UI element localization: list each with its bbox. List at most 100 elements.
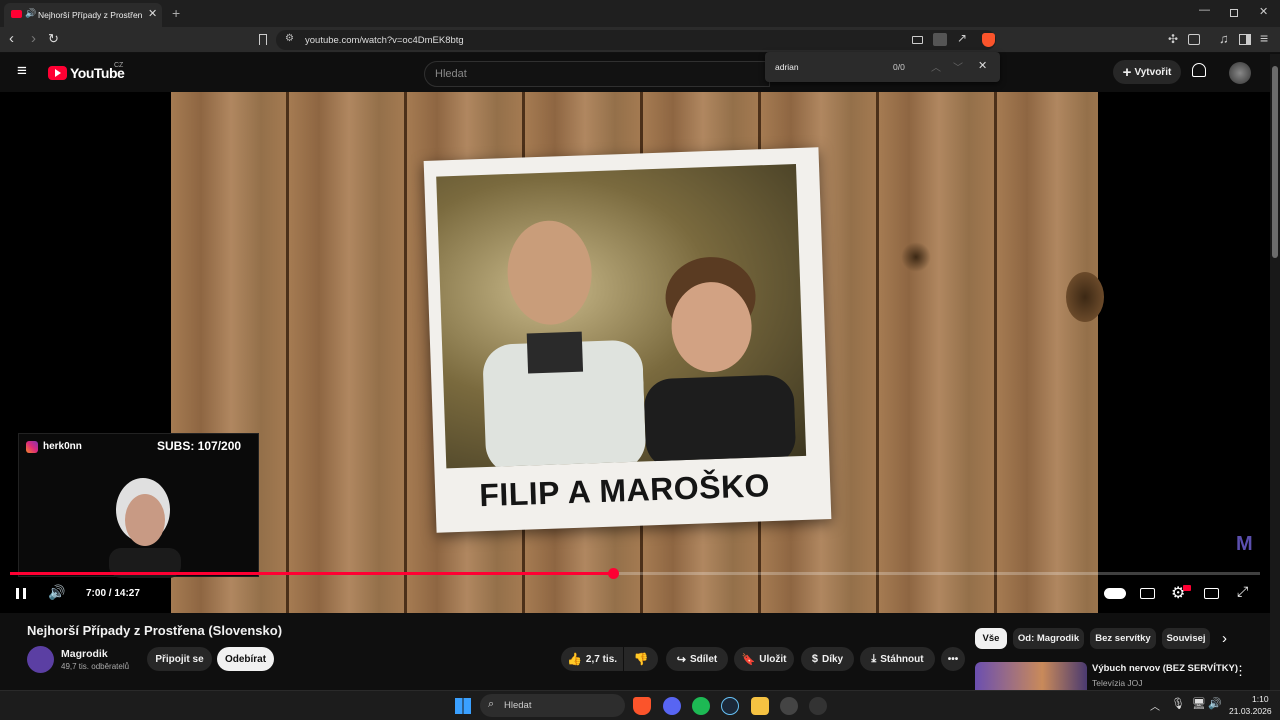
spotify-icon[interactable] bbox=[692, 697, 710, 715]
like-count: 2,7 tis. bbox=[585, 653, 618, 665]
site-info-icon[interactable]: ⚙ bbox=[285, 33, 294, 44]
channel-name[interactable]: Magrodik bbox=[61, 648, 108, 660]
clock-time[interactable]: 1:10 bbox=[1252, 694, 1269, 704]
find-next-icon[interactable]: ﹀ bbox=[953, 59, 963, 74]
chips-next-icon[interactable]: › bbox=[1222, 630, 1227, 647]
pause-bar-icon bbox=[16, 588, 19, 599]
hamburger-icon[interactable]: ≡ bbox=[17, 62, 27, 79]
taskbar-search[interactable]: ⌕ Hledat bbox=[480, 694, 625, 717]
discord-icon[interactable] bbox=[663, 697, 681, 715]
share-button[interactable]: ↪ Sdílet bbox=[666, 647, 728, 671]
progress-bar[interactable] bbox=[10, 568, 1260, 579]
avatar[interactable] bbox=[1229, 62, 1251, 84]
url-field[interactable]: ⚙ youtube.com/watch?v=oc4DmEK8btg bbox=[276, 30, 996, 50]
clock-date[interactable]: 21.03.2026 bbox=[1229, 706, 1272, 716]
channel-watermark-icon[interactable]: M bbox=[1236, 533, 1253, 556]
wallet-icon[interactable] bbox=[1188, 34, 1200, 45]
streamer-webcam-overlay: herk0nn SUBS: 107/200 bbox=[18, 433, 259, 578]
create-button[interactable]: + Vytvořit bbox=[1113, 60, 1181, 84]
progress-scrubber[interactable] bbox=[607, 568, 619, 579]
chip-label: Souvisej bbox=[1166, 633, 1206, 644]
subscribe-label: Odebírat bbox=[224, 653, 267, 665]
app-icon-2[interactable] bbox=[809, 697, 827, 715]
brave-browser-icon[interactable] bbox=[633, 697, 651, 715]
join-button[interactable]: Připojit se bbox=[147, 647, 212, 671]
download-label: Stáhnout bbox=[880, 653, 924, 665]
notifications-bell-icon[interactable] bbox=[1192, 63, 1206, 77]
scrollbar-thumb[interactable] bbox=[1272, 66, 1278, 258]
create-label: Vytvořit bbox=[1134, 66, 1172, 78]
menu-icon[interactable]: ≡ bbox=[1260, 30, 1268, 46]
app-icon[interactable] bbox=[780, 697, 798, 715]
channel-avatar[interactable] bbox=[27, 646, 54, 673]
hd-badge bbox=[1183, 585, 1191, 591]
share-page-icon[interactable]: ↗ bbox=[957, 31, 967, 45]
youtube-header: ≡ YouTube CZ Hledat + Vytvořit bbox=[0, 54, 1270, 92]
search-placeholder: Hledat bbox=[435, 68, 467, 80]
microphone-icon[interactable]: 🎙 bbox=[1171, 697, 1185, 710]
progress-played bbox=[10, 572, 613, 575]
more-actions-button[interactable]: ••• bbox=[941, 647, 965, 671]
download-button[interactable]: ⤓ Stáhnout bbox=[860, 647, 935, 671]
sidebar-icon[interactable] bbox=[1239, 34, 1251, 45]
like-button[interactable]: 👍 2,7 tis. bbox=[561, 647, 623, 671]
cast-icon[interactable] bbox=[912, 36, 923, 44]
close-tab-icon[interactable]: ✕ bbox=[148, 7, 157, 20]
save-button[interactable]: 🔖 Uložit bbox=[734, 647, 794, 671]
reload-icon[interactable]: ↻ bbox=[48, 31, 59, 47]
chip-label: Od: Magrodik bbox=[1017, 633, 1080, 644]
windows-start-icon[interactable] bbox=[455, 698, 471, 714]
find-prev-icon[interactable]: ︿ bbox=[931, 59, 941, 74]
tab-title: Nejhorší Případy z Prostřena bbox=[38, 10, 142, 20]
plus-icon: + bbox=[1122, 63, 1132, 81]
browser-tab[interactable]: 🔊 Nejhorší Případy z Prostřena ✕ bbox=[4, 3, 162, 27]
music-icon[interactable]: ♫ bbox=[1219, 31, 1229, 46]
chip-from-channel[interactable]: Od: Magrodik bbox=[1013, 628, 1084, 649]
forward-icon[interactable]: › bbox=[31, 30, 36, 47]
back-icon[interactable]: ‹ bbox=[9, 30, 14, 47]
fullscreen-icon[interactable]: ⤢ bbox=[1237, 583, 1248, 600]
find-close-icon[interactable]: ✕ bbox=[978, 59, 987, 72]
steam-icon[interactable] bbox=[721, 697, 739, 715]
youtube-logo[interactable]: YouTube CZ bbox=[48, 62, 128, 83]
volume-icon[interactable]: 🔊 bbox=[48, 584, 68, 604]
polaroid-card: FILIP A MAROŠKO bbox=[423, 147, 832, 533]
subtitles-icon[interactable] bbox=[1140, 588, 1155, 599]
address-bar: ‹ › ↻ ⚙ youtube.com/watch?v=oc4DmEK8btg … bbox=[0, 27, 1280, 53]
streamer-handle: herk0nn bbox=[43, 441, 82, 452]
file-explorer-icon[interactable] bbox=[751, 697, 769, 715]
bookmark-icon[interactable] bbox=[259, 34, 267, 45]
restore-icon[interactable] bbox=[1230, 9, 1238, 17]
recommendation-thumbnail[interactable] bbox=[975, 662, 1087, 690]
brave-shields-icon[interactable] bbox=[982, 33, 995, 47]
instagram-icon bbox=[26, 441, 38, 453]
pause-icon[interactable] bbox=[15, 584, 35, 604]
miniplayer-icon[interactable] bbox=[1204, 588, 1219, 599]
find-query-input[interactable]: adrian bbox=[775, 62, 799, 72]
network-icon[interactable]: 🖥 bbox=[1192, 697, 1206, 710]
person-left bbox=[483, 220, 646, 468]
recommendation-menu-icon[interactable]: ⋮ bbox=[1234, 663, 1247, 679]
region-code: CZ bbox=[114, 62, 124, 69]
recommendation-title[interactable]: Výbuch nervov (BEZ SERVÍTKY) bbox=[1092, 663, 1238, 674]
chip-all[interactable]: Vše bbox=[975, 628, 1007, 649]
extensions-icon[interactable]: ✣ bbox=[1168, 32, 1178, 46]
new-tab-icon[interactable]: + bbox=[172, 5, 180, 21]
subscribe-button[interactable]: Odebírat bbox=[217, 647, 274, 671]
speaker-icon[interactable]: 🔊 bbox=[1208, 697, 1222, 710]
thanks-button[interactable]: $ Díky bbox=[801, 647, 854, 671]
subs-counter: SUBS: 107/200 bbox=[157, 439, 242, 453]
chip-bez-servitky[interactable]: Bez servítky bbox=[1090, 628, 1156, 649]
dislike-button[interactable]: 👎 bbox=[624, 647, 658, 671]
audio-playing-icon[interactable]: 🔊 bbox=[25, 8, 36, 19]
person-right bbox=[644, 257, 796, 462]
minimize-icon[interactable]: — bbox=[1199, 4, 1210, 16]
chip-related[interactable]: Souvisej bbox=[1162, 628, 1210, 649]
close-window-icon[interactable]: ✕ bbox=[1259, 5, 1268, 18]
tray-overflow-icon[interactable]: ︿ bbox=[1150, 698, 1160, 713]
search-input[interactable]: Hledat bbox=[424, 61, 770, 87]
page-scrollbar[interactable] bbox=[1270, 54, 1280, 690]
thumbs-up-icon: 👍 bbox=[566, 652, 582, 666]
autoplay-toggle[interactable] bbox=[1104, 588, 1126, 599]
reader-icon[interactable] bbox=[933, 33, 947, 46]
